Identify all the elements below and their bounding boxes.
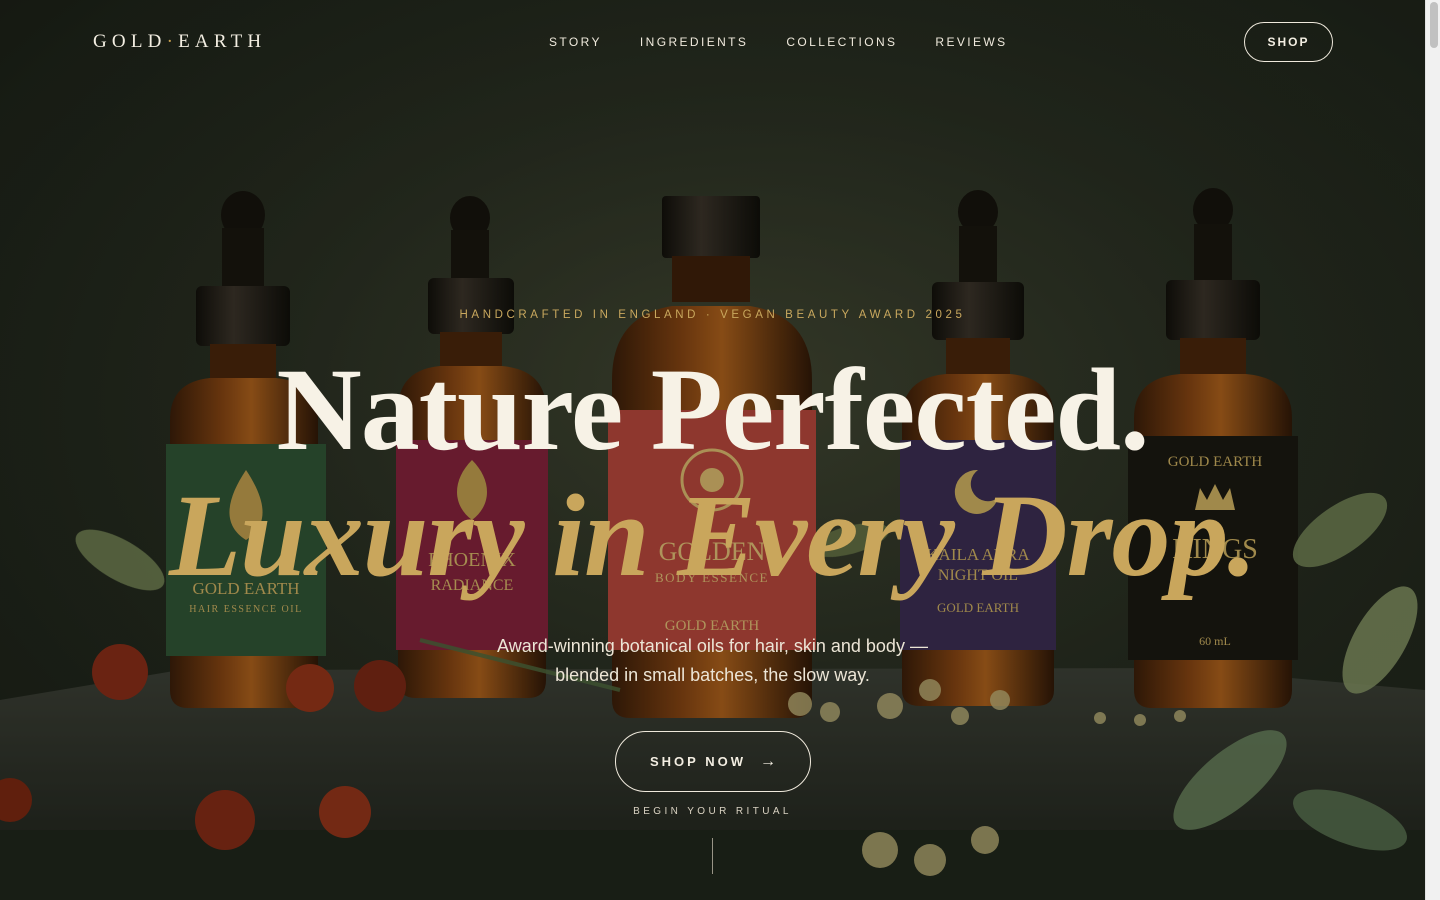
- nav-link-collections[interactable]: COLLECTIONS: [786, 35, 897, 49]
- brand-logo[interactable]: GOLD·EARTH: [93, 31, 266, 53]
- hero-eyebrow: HANDCRAFTED IN ENGLAND · VEGAN BEAUTY AW…: [459, 309, 966, 321]
- page-scrollbar[interactable]: [1425, 0, 1440, 900]
- hero-headline: Nature Perfected.: [276, 344, 1150, 475]
- site-header: GOLD·EARTH STORY INGREDIENTS COLLECTIONS…: [0, 0, 1425, 84]
- nav-link-reviews[interactable]: REVIEWS: [935, 35, 1007, 49]
- hero-section: GOLD EARTH HAIR ESSENCE OIL PHOENIX RADI…: [0, 0, 1425, 900]
- hero-description: Award-winning botanical oils for hair, s…: [0, 632, 1425, 690]
- shop-now-label: SHOP NOW: [650, 754, 746, 769]
- shop-now-button[interactable]: SHOP NOW →: [615, 731, 811, 792]
- arrow-right-icon: →: [760, 752, 776, 770]
- hero-description-line-2: blended in small batches, the slow way.: [555, 665, 870, 685]
- scrollbar-thumb[interactable]: [1430, 2, 1438, 48]
- shop-button[interactable]: SHOP: [1244, 22, 1333, 62]
- brand-name-left: GOLD: [93, 31, 167, 52]
- nav-link-story[interactable]: STORY: [549, 35, 602, 49]
- hero-subheadline: Luxury in Every Drop.: [169, 470, 1257, 601]
- primary-nav: STORY INGREDIENTS COLLECTIONS REVIEWS: [549, 35, 1008, 49]
- brand-name-right: EARTH: [178, 31, 267, 52]
- scroll-indicator: [712, 838, 713, 874]
- hero-description-line-1: Award-winning botanical oils for hair, s…: [497, 636, 928, 656]
- nav-link-ingredients[interactable]: INGREDIENTS: [640, 35, 748, 49]
- cta-caption: BEGIN YOUR RITUAL: [633, 806, 792, 817]
- brand-separator: ·: [166, 31, 179, 52]
